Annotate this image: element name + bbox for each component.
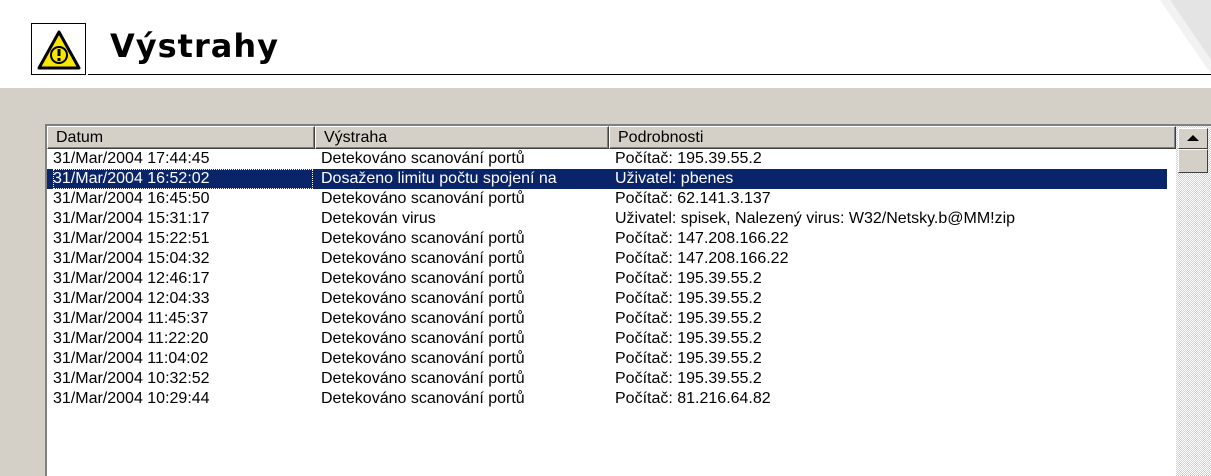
cell-date: 31/Mar/2004 17:44:45 — [53, 150, 210, 167]
cell-date: 31/Mar/2004 15:04:32 — [53, 250, 210, 267]
page-header: Výstrahy — [0, 0, 1211, 86]
table-row[interactable]: 31/Mar/2004 12:04:33 Detekováno scanování… — [47, 289, 1167, 309]
cell-details: Počítač: 81.216.64.82 — [615, 390, 771, 407]
table-row[interactable]: 31/Mar/2004 15:04:32 Detekováno scanování… — [47, 249, 1167, 269]
cell-details: Počítač: 195.39.55.2 — [615, 150, 762, 167]
warning-icon-frame — [31, 23, 86, 75]
cell-date: 31/Mar/2004 11:45:37 — [53, 310, 209, 327]
arrow-up-icon — [1187, 135, 1199, 141]
cell-alert: Detekováno scanování portů — [321, 310, 525, 327]
cell-alert: Detekováno scanování portů — [321, 150, 525, 167]
page-title: Výstrahy — [110, 27, 279, 65]
cell-details: Počítač: 195.39.55.2 — [615, 290, 762, 307]
cell-alert: Dosaženo limitu počtu spojení na — [321, 170, 557, 187]
scroll-up-button[interactable] — [1178, 128, 1208, 149]
table-row[interactable]: 31/Mar/2004 16:52:02 Dosaženo limitu počt… — [47, 169, 1167, 189]
cell-details: Počítač: 195.39.55.2 — [615, 370, 762, 387]
cell-date: 31/Mar/2004 15:31:17 — [53, 210, 210, 227]
table-row[interactable]: 31/Mar/2004 16:45:50 Detekováno scanování… — [47, 189, 1167, 209]
cell-alert: Detekováno scanování portů — [321, 290, 525, 307]
list-rows: 31/Mar/2004 17:44:45 Detekováno scanování… — [47, 149, 1167, 409]
cell-date: 31/Mar/2004 11:04:02 — [53, 350, 209, 367]
cell-alert: Detekováno scanování portů — [321, 370, 525, 387]
cell-details: Počítač: 147.208.166.22 — [615, 250, 789, 267]
cell-date: 31/Mar/2004 12:46:17 — [53, 270, 210, 287]
table-row[interactable]: 31/Mar/2004 15:22:51 Detekováno scanování… — [47, 229, 1167, 249]
column-header-details[interactable]: Podrobnosti — [609, 126, 1176, 149]
scroll-thumb[interactable] — [1178, 149, 1208, 173]
cell-details: Uživatel: spisek, Nalezený virus: W32/Ne… — [615, 210, 1016, 227]
table-row[interactable]: 31/Mar/2004 11:22:20 Detekováno scanování… — [47, 329, 1167, 349]
table-row[interactable]: 31/Mar/2004 12:46:17 Detekováno scanování… — [47, 269, 1167, 289]
cell-date: 31/Mar/2004 11:22:20 — [53, 330, 209, 347]
table-row[interactable]: 31/Mar/2004 11:04:02 Detekováno scanování… — [47, 349, 1167, 369]
alerts-list[interactable]: Datum Výstraha Podrobnosti 31/Mar/2004 1… — [45, 124, 1211, 476]
cell-details: Počítač: 147.208.166.22 — [615, 230, 789, 247]
table-row[interactable]: 31/Mar/2004 11:45:37 Detekováno scanování… — [47, 309, 1167, 329]
cell-details: Počítač: 195.39.55.2 — [615, 330, 762, 347]
warning-icon — [37, 30, 81, 70]
cell-details: Počítač: 62.141.3.137 — [615, 190, 771, 207]
cell-alert: Detekováno scanování portů — [321, 330, 525, 347]
cell-date: 31/Mar/2004 10:29:44 — [53, 390, 210, 407]
cell-date: 31/Mar/2004 16:52:02 — [53, 169, 313, 189]
page-corner-decoration — [1150, 0, 1211, 86]
column-header-alert[interactable]: Výstraha — [315, 126, 609, 149]
cell-date: 31/Mar/2004 15:22:51 — [53, 230, 210, 247]
cell-date: 31/Mar/2004 16:45:50 — [53, 190, 210, 207]
table-row[interactable]: 31/Mar/2004 10:29:44 Detekováno scanování… — [47, 389, 1167, 409]
title-divider — [88, 74, 1211, 75]
cell-alert: Detekováno scanování portů — [321, 390, 525, 407]
list-header: Datum Výstraha Podrobnosti — [47, 126, 1211, 149]
cell-details: Počítač: 195.39.55.2 — [615, 350, 762, 367]
cell-alert: Detekován virus — [321, 210, 436, 227]
cell-date: 31/Mar/2004 10:32:52 — [53, 370, 210, 387]
table-row[interactable]: 31/Mar/2004 10:32:52 Detekováno scanování… — [47, 369, 1167, 389]
cell-alert: Detekováno scanování portů — [321, 250, 525, 267]
cell-alert: Detekováno scanování portů — [321, 230, 525, 247]
cell-date: 31/Mar/2004 12:04:33 — [53, 290, 210, 307]
cell-details: Počítač: 195.39.55.2 — [615, 310, 762, 327]
table-row[interactable]: 31/Mar/2004 15:31:17 Detekován virus Uživa… — [47, 209, 1167, 229]
cell-alert: Detekováno scanování portů — [321, 350, 525, 367]
cell-alert: Detekováno scanování portů — [321, 190, 525, 207]
table-row[interactable]: 31/Mar/2004 17:44:45 Detekováno scanování… — [47, 149, 1167, 169]
cell-details: Počítač: 195.39.55.2 — [615, 270, 762, 287]
column-header-date[interactable]: Datum — [47, 126, 315, 149]
cell-details: Uživatel: pbenes — [615, 170, 734, 187]
vertical-scrollbar[interactable] — [1176, 126, 1211, 476]
cell-alert: Detekováno scanování portů — [321, 270, 525, 287]
